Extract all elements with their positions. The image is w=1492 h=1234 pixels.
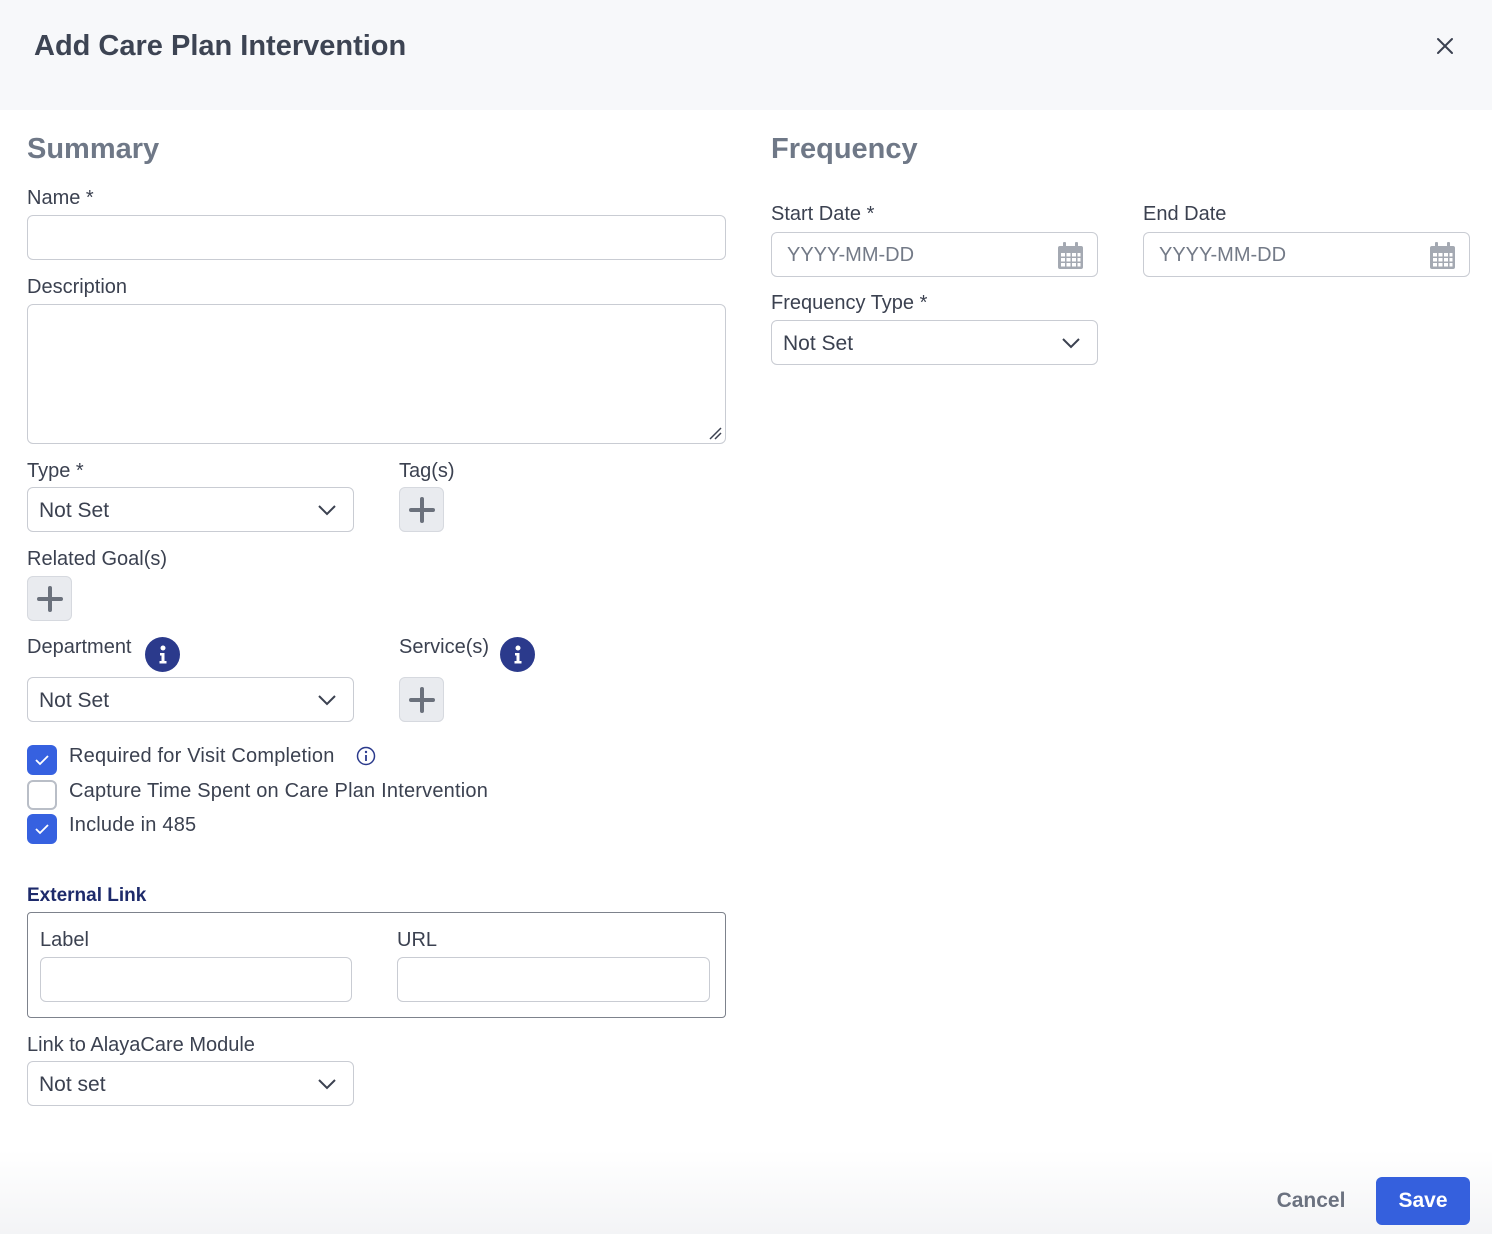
chevron-down-icon bbox=[318, 695, 336, 706]
add-related-goal-button[interactable] bbox=[27, 576, 72, 621]
module-select-value: Not set bbox=[39, 1073, 106, 1096]
close-button[interactable] bbox=[1430, 31, 1460, 61]
include-in-485-label: Include in 485 bbox=[69, 814, 197, 836]
info-outline-icon bbox=[356, 746, 376, 766]
add-tag-button[interactable] bbox=[399, 487, 444, 532]
frequency-type-value: Not Set bbox=[783, 332, 854, 355]
department-select-value: Not Set bbox=[39, 689, 110, 712]
description-textarea[interactable] bbox=[27, 304, 726, 444]
tags-label: Tag(s) bbox=[399, 460, 455, 482]
include-in-485-checkbox[interactable] bbox=[27, 814, 57, 844]
frequency-type-label: Frequency Type * bbox=[771, 292, 928, 314]
frequency-type-select[interactable]: Not Set bbox=[771, 320, 1098, 365]
external-link-url-label: URL bbox=[397, 929, 438, 951]
info-icon bbox=[514, 645, 521, 663]
required-visit-completion-info-icon[interactable] bbox=[356, 746, 376, 771]
description-label: Description bbox=[27, 276, 128, 298]
external-link-heading: External Link bbox=[27, 885, 147, 906]
department-select[interactable]: Not Set bbox=[27, 677, 354, 722]
calendar-icon[interactable] bbox=[1057, 242, 1084, 270]
name-label: Name * bbox=[27, 187, 94, 209]
resize-grip-icon[interactable] bbox=[708, 426, 722, 440]
related-goals-label: Related Goal(s) bbox=[27, 548, 168, 570]
external-link-url-input[interactable] bbox=[397, 957, 710, 1002]
cancel-button[interactable]: Cancel bbox=[1268, 1180, 1354, 1222]
department-info-icon[interactable] bbox=[145, 637, 180, 672]
frequency-heading: Frequency bbox=[771, 133, 918, 165]
start-date-label: Start Date * bbox=[771, 203, 875, 225]
checkmark-icon bbox=[35, 824, 49, 835]
end-date-label: End Date bbox=[1143, 203, 1227, 225]
close-icon bbox=[1437, 38, 1453, 54]
summary-heading: Summary bbox=[27, 133, 160, 165]
type-select-value: Not Set bbox=[39, 499, 110, 522]
calendar-icon[interactable] bbox=[1429, 242, 1456, 270]
capture-time-spent-checkbox[interactable] bbox=[27, 780, 57, 810]
name-input[interactable] bbox=[27, 215, 726, 260]
dialog-title: Add Care Plan Intervention bbox=[34, 30, 407, 62]
services-info-icon[interactable] bbox=[500, 637, 535, 672]
save-button[interactable]: Save bbox=[1376, 1177, 1470, 1225]
module-select[interactable]: Not set bbox=[27, 1061, 354, 1106]
chevron-down-icon bbox=[318, 505, 336, 516]
type-select[interactable]: Not Set bbox=[27, 487, 354, 532]
end-date-input[interactable]: YYYY-MM-DD bbox=[1143, 232, 1470, 277]
plus-icon bbox=[408, 496, 435, 523]
start-date-input[interactable]: YYYY-MM-DD bbox=[771, 232, 1098, 277]
add-service-button[interactable] bbox=[399, 677, 444, 722]
required-visit-completion-checkbox[interactable] bbox=[27, 745, 57, 775]
checkmark-icon bbox=[35, 755, 49, 766]
end-date-placeholder: YYYY-MM-DD bbox=[1159, 244, 1287, 266]
department-label: Department bbox=[27, 636, 132, 658]
external-link-label-input[interactable] bbox=[40, 957, 352, 1002]
info-icon bbox=[159, 645, 166, 663]
plus-icon bbox=[36, 585, 63, 612]
capture-time-spent-label: Capture Time Spent on Care Plan Interven… bbox=[69, 780, 489, 802]
start-date-placeholder: YYYY-MM-DD bbox=[787, 244, 915, 266]
services-label: Service(s) bbox=[399, 636, 490, 658]
external-link-label-label: Label bbox=[40, 929, 89, 951]
plus-icon bbox=[408, 686, 435, 713]
module-label: Link to AlayaCare Module bbox=[27, 1034, 255, 1056]
type-label: Type * bbox=[27, 460, 84, 482]
chevron-down-icon bbox=[1062, 338, 1080, 349]
required-visit-completion-label: Required for Visit Completion bbox=[69, 745, 335, 767]
chevron-down-icon bbox=[318, 1079, 336, 1090]
